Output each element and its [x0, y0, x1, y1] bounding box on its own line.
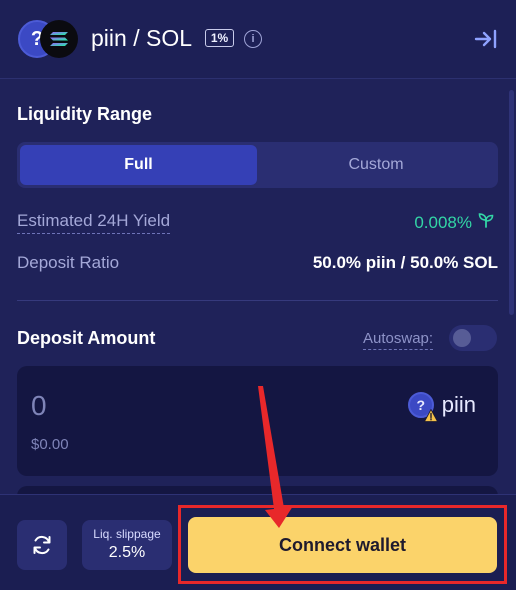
- liquidity-panel: ? piin / SOL 1% i Liquidity Range Full C…: [0, 0, 516, 590]
- sprout-icon: [478, 212, 494, 233]
- slippage-button[interactable]: Liq. slippage 2.5%: [82, 520, 172, 570]
- deposit-ratio-value: 50.0% piin / 50.0% SOL: [312, 253, 498, 272]
- slippage-label: Liq. slippage: [93, 527, 161, 541]
- info-icon[interactable]: i: [244, 30, 262, 48]
- pair-title: piin / SOL: [91, 25, 192, 51]
- range-custom-option[interactable]: Custom: [257, 145, 495, 185]
- deposit-amount-title: Deposit Amount: [17, 328, 156, 348]
- fee-tier-badge: 1%: [205, 29, 234, 47]
- piin-amount-input-box[interactable]: 0 $0.00 ? piin: [17, 366, 498, 476]
- autoswap-toggle[interactable]: [449, 325, 497, 351]
- amount-input[interactable]: 0: [31, 390, 47, 422]
- collapse-right-icon[interactable]: [474, 28, 498, 50]
- autoswap-label[interactable]: Autoswap:: [363, 330, 434, 350]
- liquidity-range-title: Liquidity Range: [17, 104, 152, 124]
- slippage-value: 2.5%: [108, 544, 146, 561]
- amount-usd-value: $0.00: [31, 436, 69, 453]
- refresh-button[interactable]: [17, 520, 67, 570]
- yield-label[interactable]: Estimated 24H Yield: [17, 211, 171, 234]
- annotation-highlight-box: [178, 505, 507, 584]
- refresh-icon: [33, 535, 51, 555]
- scrollbar[interactable]: [509, 90, 514, 315]
- action-footer: Liq. slippage 2.5% Connect wallet: [0, 494, 516, 590]
- yield-value-text: 0.008%: [414, 212, 472, 232]
- sol-token-icon: [40, 20, 78, 58]
- range-segmented-control: Full Custom: [17, 142, 498, 188]
- token-selector[interactable]: ? piin: [407, 392, 476, 422]
- yield-label-text: Estimated 24H Yield: [17, 211, 171, 234]
- toggle-knob: [453, 329, 471, 347]
- token-symbol: piin: [441, 392, 476, 417]
- piin-token-icon-small: ?: [407, 392, 438, 422]
- divider: [17, 300, 498, 301]
- range-full-option[interactable]: Full: [20, 145, 257, 185]
- deposit-ratio-label: Deposit Ratio: [17, 253, 120, 272]
- yield-value: 0.008%: [414, 212, 494, 233]
- panel-header: ? piin / SOL 1% i: [0, 0, 516, 79]
- warning-icon: [423, 409, 438, 422]
